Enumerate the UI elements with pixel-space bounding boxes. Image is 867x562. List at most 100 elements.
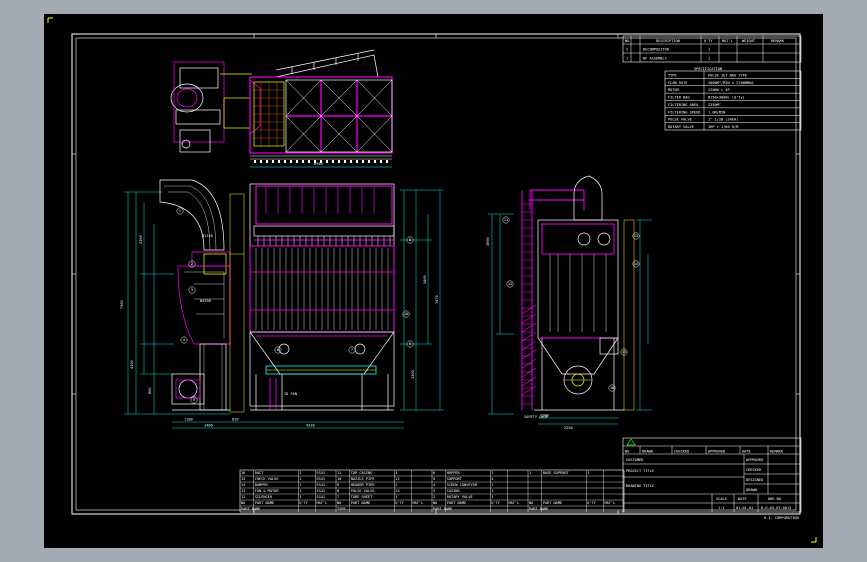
parts-cell: SS41 xyxy=(316,495,325,499)
flange-bolt xyxy=(374,160,376,163)
flange-bolt xyxy=(350,160,352,163)
parts-cell: SS41 xyxy=(316,483,325,487)
spec-label: FILTERING SPEED xyxy=(668,110,700,114)
parts-cell: 1 xyxy=(395,495,397,499)
flange-bolt xyxy=(302,160,304,163)
spec-label: MOTOR xyxy=(668,88,680,92)
parts-cell: 1 xyxy=(587,471,589,475)
parts-cell: MAT'L xyxy=(316,501,327,505)
parts-cell: HOPPER xyxy=(447,471,461,475)
stair-brace xyxy=(521,304,537,315)
callout-number: 1 xyxy=(179,209,181,213)
fan-label: ID FAN xyxy=(284,392,297,396)
rev-header-qty: Q'TY xyxy=(704,39,713,43)
parts-cell: CASING xyxy=(447,489,460,493)
parts-cell: SILENCER xyxy=(255,495,273,499)
parts-cell: PART NAME xyxy=(529,507,548,511)
stair-brace xyxy=(521,376,537,387)
parts-cell: 1 xyxy=(491,495,493,499)
parts-cell: PART NAME xyxy=(241,507,260,511)
flange-bolt xyxy=(380,160,382,163)
tb-signoff-approved: APPROVED xyxy=(746,458,763,462)
cad-viewport[interactable]: NO DESCRIPTION Q'TY MAT'L WEIGHT REMARK … xyxy=(44,14,823,548)
dim-overall-height: 7300 xyxy=(120,300,124,309)
parts-cell: 16 xyxy=(241,471,245,475)
parts-cell: SS41 xyxy=(316,477,325,481)
callout-bubble: 14 xyxy=(632,260,640,268)
parts-cell: 11 xyxy=(337,471,341,475)
tb-signoff-drawn: DRAWN xyxy=(746,488,757,492)
parts-cell: 1 xyxy=(395,471,397,475)
parts-cell: PART NAME xyxy=(255,501,274,505)
parts-cell: PULSE VALVE xyxy=(351,489,375,493)
parts-cell: 1 xyxy=(299,477,301,481)
dim-vert-d: 4100 xyxy=(130,360,134,369)
sheet-border-inner xyxy=(75,37,797,511)
parts-cell: 10 xyxy=(337,477,341,481)
spec-value: 2000M³/MIN × 2700MMAQ xyxy=(708,81,753,85)
dim-side-height: 7470 xyxy=(435,295,439,304)
flange-bolt xyxy=(326,160,328,163)
dim-side-base: 2250 xyxy=(564,426,573,430)
tb-header-cell: NO xyxy=(625,450,629,454)
corner-marker-tl xyxy=(47,17,53,23)
flange-bolt xyxy=(278,160,280,163)
parts-cell: Q'TY xyxy=(491,501,500,505)
tb-scale-value: 1:1 xyxy=(718,506,725,510)
parts-list: 16 DUCT 1 SS41 11 TOP CASING 1 6 HOPPER 2 1 BASE SU… xyxy=(239,469,625,513)
parts-cell: FAN & MOTOR xyxy=(255,489,280,493)
company-name: H.I. CORPORATION xyxy=(764,516,799,520)
dim-base-left: 1180 xyxy=(184,418,193,422)
parts-cell: TUBE SHEET xyxy=(351,495,373,499)
dim-vert-e: 800 xyxy=(148,388,152,395)
parts-cell: 15 xyxy=(241,477,245,481)
parts-cell: 14 xyxy=(241,483,245,487)
spec-label: PULSE VALVE xyxy=(668,118,692,122)
spec-value: 1" 1/2B (24EA) xyxy=(708,118,738,122)
tb-signoff-designed: DESIGNED xyxy=(746,478,763,482)
flange-bolt xyxy=(296,160,298,163)
callout-bubble: 3 xyxy=(188,286,196,294)
dim-vert-a: 3000 xyxy=(486,237,490,246)
flange-bolt xyxy=(272,160,274,163)
callout-bubble: 10 xyxy=(402,310,410,318)
parts-cell: PART NAME xyxy=(433,507,452,511)
parts-cell: 12 xyxy=(241,495,245,499)
front-elevation: 7300 4100 2360 800 1180 1460 810 4320 Ø1… xyxy=(120,179,444,429)
parts-cell: 1 xyxy=(299,489,301,493)
parts-cell: ROTARY VALVE xyxy=(447,495,473,499)
dim-top-width: 6940 xyxy=(314,162,323,166)
parts-cell: 24 xyxy=(395,489,399,493)
spec-value: 2350M² xyxy=(708,103,721,107)
revision-table: NO DESCRIPTION Q'TY MAT'L WEIGHT REMARK … xyxy=(622,35,802,63)
flange-bolt xyxy=(356,160,358,163)
rev-header-remark: REMARK xyxy=(771,39,785,43)
callout-number: 2 xyxy=(191,262,193,266)
parts-cell: 1 xyxy=(491,489,493,493)
flange-bolt xyxy=(368,160,370,163)
rev-header-no: NO xyxy=(625,39,629,43)
parts-cell: NOZZLE PIPE xyxy=(351,477,375,481)
flange-bolt xyxy=(254,160,256,163)
callout-bubble: 4 xyxy=(180,336,188,344)
revision-triangle-icon xyxy=(626,438,636,446)
callout-number: 3 xyxy=(191,288,193,292)
stair-brace xyxy=(521,313,537,324)
callout-number: 13 xyxy=(634,234,638,238)
stair-brace xyxy=(521,331,537,342)
parts-cell: 4 xyxy=(433,483,435,487)
parts-cell: 2 xyxy=(491,471,493,475)
parts-cell: 1 xyxy=(299,495,301,499)
callout-number: 11 xyxy=(504,218,508,222)
stair-brace xyxy=(521,358,537,369)
parts-cell: MAT'L xyxy=(604,501,615,505)
rev-row-no: 2 xyxy=(626,48,628,52)
callout-number: 6 xyxy=(277,348,279,352)
dim-base-total: 4320 xyxy=(306,424,315,428)
callout-number: 4 xyxy=(183,338,185,342)
dim-vert-c: 2360 xyxy=(139,235,143,244)
parts-cell: Q'TY xyxy=(395,501,404,505)
parts-cell: Q'TY xyxy=(299,501,308,505)
dim-side-base-part: 1100 xyxy=(540,414,549,418)
spec-value: 1.0M/MIN xyxy=(708,110,725,114)
